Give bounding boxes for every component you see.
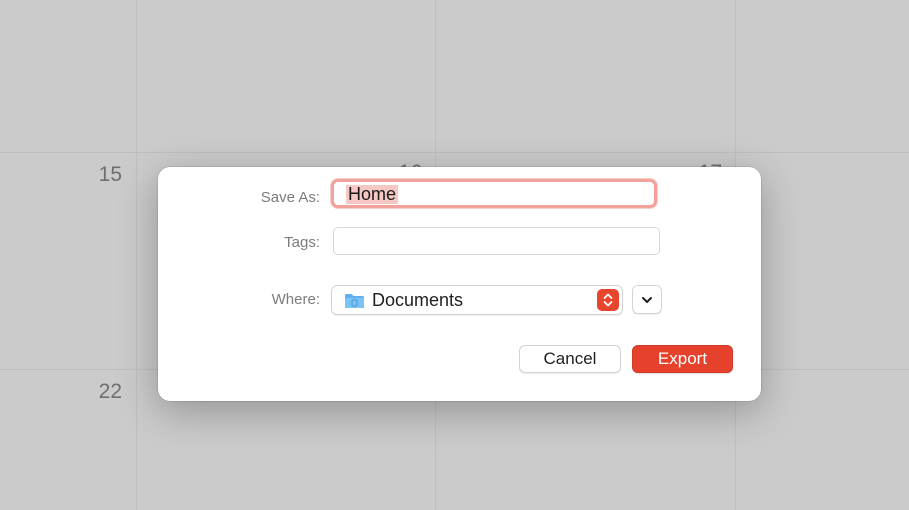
tags-label: Tags: bbox=[284, 234, 320, 251]
expand-browser-button[interactable] bbox=[632, 285, 662, 314]
where-label: Where: bbox=[271, 291, 320, 308]
save-as-input[interactable]: Home bbox=[331, 179, 657, 208]
save-as-label: Save As: bbox=[260, 189, 320, 206]
calendar-day-number[interactable]: 15 bbox=[62, 163, 122, 187]
chevron-up-down-icon bbox=[597, 289, 619, 311]
where-popup-button[interactable]: Documents bbox=[331, 285, 623, 315]
save-as-value: Home bbox=[346, 184, 399, 204]
folder-icon bbox=[344, 292, 365, 309]
tags-input[interactable] bbox=[333, 227, 660, 255]
calendar-day-number[interactable]: 22 bbox=[62, 380, 122, 404]
chevron-down-icon bbox=[642, 297, 652, 303]
calendar-grid-line bbox=[136, 0, 137, 510]
cancel-button[interactable]: Cancel bbox=[519, 345, 621, 373]
export-button[interactable]: Export bbox=[632, 345, 733, 373]
where-selected-value: Documents bbox=[372, 290, 464, 310]
calendar-grid-line bbox=[0, 152, 909, 153]
export-dialog: Save As: Home Tags: Where: Documents Can… bbox=[158, 167, 761, 401]
